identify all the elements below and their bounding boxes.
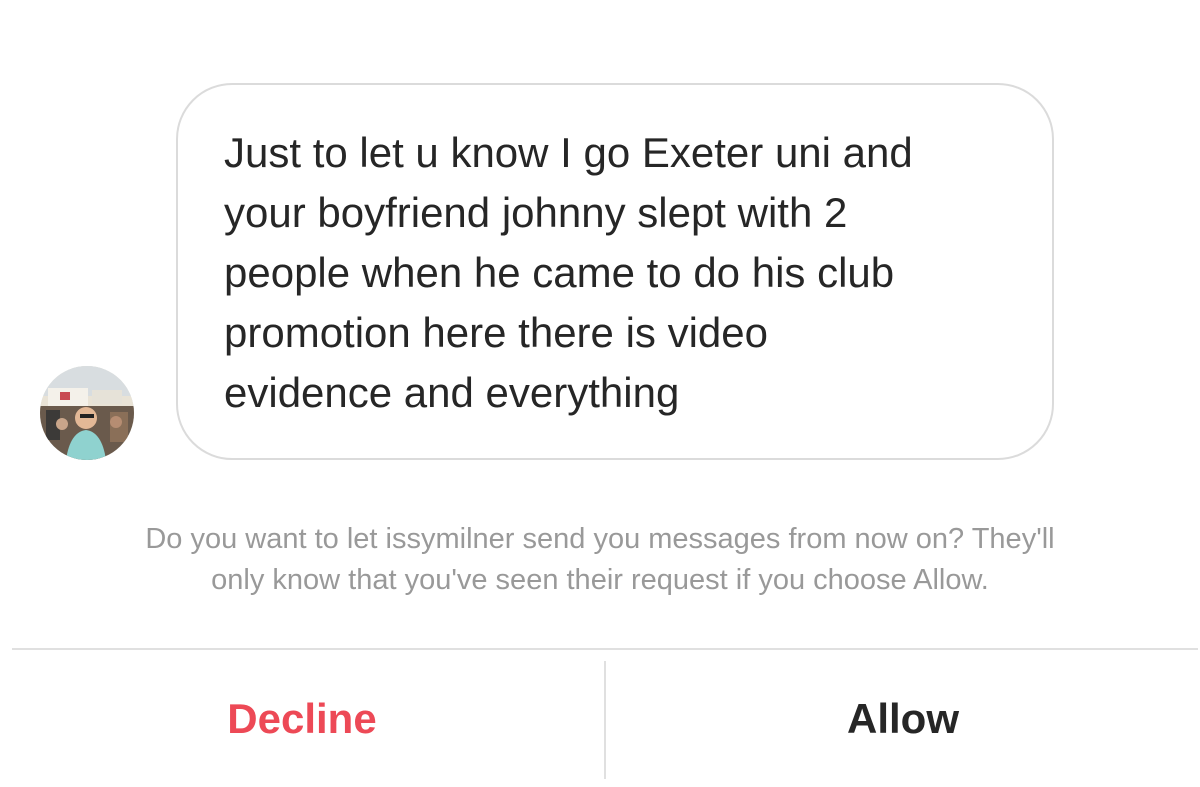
message-text: Just to let u know I go Exeter uni and y… (224, 123, 1012, 423)
request-notice-line: only know that you've seen their request… (211, 564, 989, 596)
message-line: evidence and everything (224, 369, 680, 416)
message-line: promotion here there is video (224, 309, 768, 356)
message-bubble: Just to let u know I go Exeter uni and y… (176, 83, 1054, 460)
message-line: Just to let u know I go Exeter uni and (224, 129, 913, 176)
avatar-photo-icon (40, 366, 134, 460)
sender-avatar[interactable] (40, 366, 134, 460)
message-line: people when he came to do his club (224, 249, 895, 296)
request-notice: Do you want to let issymilner send you m… (0, 519, 1200, 601)
allow-button[interactable]: Allow (606, 650, 1200, 787)
request-notice-line: Do you want to let issymilner send you m… (145, 523, 1055, 555)
message-line: your boyfriend johnny slept with 2 (224, 189, 848, 236)
decline-button[interactable]: Decline (0, 650, 604, 787)
